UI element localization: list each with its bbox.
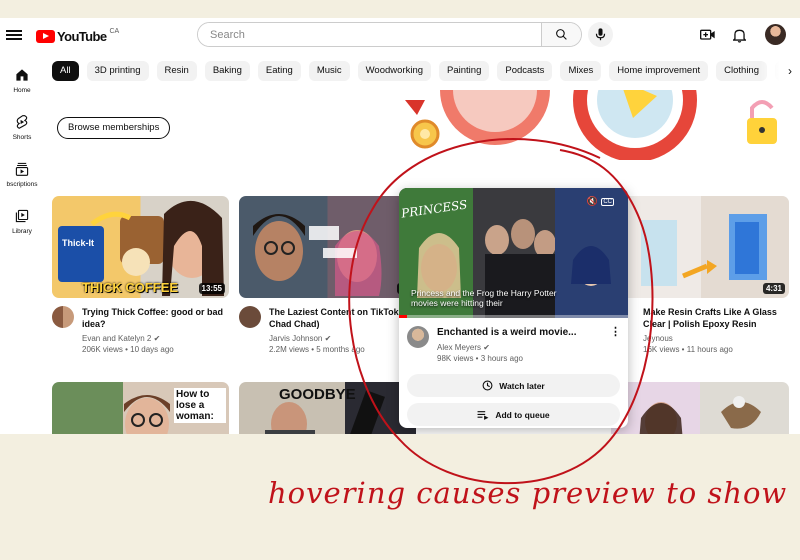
chip-all[interactable]: All: [52, 61, 79, 81]
hover-preview-card[interactable]: PRINCESS CC 🔇 Princess and the Frog the …: [399, 188, 628, 428]
closed-captions-icon[interactable]: CC: [601, 198, 614, 206]
thumbnail-text: THICK COFFEE: [82, 280, 179, 295]
chip-baking[interactable]: Baking: [204, 61, 250, 81]
video-stats: 98K views • 3 hours ago: [437, 354, 523, 363]
shorts-icon: [16, 115, 28, 129]
youtube-play-icon: [36, 29, 55, 43]
preview-progress-bar[interactable]: [399, 315, 628, 318]
queue-icon: [477, 410, 489, 420]
search-icon: [556, 29, 567, 40]
chip-painting[interactable]: Painting: [439, 61, 490, 81]
memberships-banner-art: [405, 90, 777, 160]
subscriptions-icon: [15, 162, 29, 176]
sidebar-item-subscriptions[interactable]: bscriptions: [0, 160, 44, 207]
video-stats: 206K views • 10 days ago: [82, 345, 174, 354]
video-thumbnail[interactable]: How to lose a woman:: [52, 382, 229, 434]
channel-name[interactable]: Jeynous: [643, 333, 789, 344]
verified-icon: ✔: [483, 343, 490, 352]
annotation-note: hovering causes preview to show: [268, 476, 788, 510]
video-thumbnail[interactable]: 28: [239, 196, 416, 298]
video-thumbnail[interactable]: GOODBYE: [239, 382, 416, 434]
chip-music[interactable]: Music: [308, 61, 350, 81]
channel-avatar[interactable]: [407, 326, 429, 348]
chip-mixes[interactable]: Mixes: [560, 61, 602, 81]
video-stats: 16K views • 11 hours ago: [643, 345, 733, 354]
search-input[interactable]: [198, 23, 541, 46]
video-title[interactable]: Enchanted is a weird movie...: [437, 326, 610, 339]
add-to-queue-label: Add to queue: [495, 409, 550, 420]
thumbnail-brand-text: Thick-It: [62, 238, 95, 248]
mini-guide: Home Shorts bscriptions Library: [0, 66, 44, 254]
sidebar-item-library[interactable]: Library: [0, 207, 44, 254]
microphone-icon: [595, 28, 606, 41]
home-icon: [16, 69, 28, 81]
tiktok-thumbnail-art: [253, 214, 382, 296]
video-duration: 4:31: [762, 283, 785, 294]
chip-3d-printing[interactable]: 3D printing: [86, 61, 149, 81]
video-thumbnail[interactable]: Thick-It THICK COFFEE 13:55: [52, 196, 229, 298]
video-card[interactable]: 4:31 Make Resin Crafts Like A Glass Clea…: [611, 196, 789, 355]
preview-caption: Princess and the Frog the Harry Potter m…: [411, 288, 557, 308]
chevron-right-icon: ›: [788, 64, 792, 78]
create-video-icon: [700, 29, 715, 40]
search-box: [197, 22, 582, 47]
youtube-window: YouTube CA All 3D printing Resin Baking …: [0, 18, 800, 434]
watch-later-button[interactable]: Watch later: [407, 374, 620, 397]
create-button[interactable]: [699, 26, 717, 44]
chip-resin[interactable]: Resin: [156, 61, 197, 81]
watch-later-label: Watch later: [499, 380, 545, 391]
library-icon: [15, 209, 29, 223]
channel-name[interactable]: Alex Meyers ✔: [437, 342, 610, 353]
sidebar-item-shorts[interactable]: Shorts: [0, 113, 44, 160]
search-button[interactable]: [541, 23, 581, 46]
top-bar: YouTube CA: [0, 18, 800, 56]
chip-eating[interactable]: Eating: [257, 61, 301, 81]
sidebar-item-label: Shorts: [12, 134, 32, 141]
sidebar-item-label: Library: [12, 228, 32, 235]
sidebar-item-home[interactable]: Home: [0, 66, 44, 113]
account-avatar[interactable]: [765, 24, 786, 45]
youtube-logo[interactable]: YouTube CA: [36, 28, 119, 44]
verified-icon: ✔: [153, 334, 161, 343]
bell-icon: [732, 29, 746, 43]
channel-avatar[interactable]: [52, 306, 74, 328]
notifications-button[interactable]: [730, 26, 748, 44]
thumbnail-text: How to lose a woman:: [174, 388, 226, 423]
preview-player[interactable]: PRINCESS CC 🔇 Princess and the Frog the …: [399, 188, 628, 318]
voice-search-button[interactable]: [588, 22, 613, 47]
region-code: CA: [109, 27, 120, 35]
clock-icon: [482, 380, 493, 391]
channel-name[interactable]: Jarvis Johnson ✔: [269, 333, 416, 344]
hamburger-menu-icon[interactable]: [6, 28, 22, 44]
mute-icon[interactable]: 🔇: [587, 196, 598, 207]
preview-progress-fill: [399, 315, 407, 318]
video-thumbnail[interactable]: [611, 382, 789, 434]
video-card[interactable]: 28 The Laziest Content on TikTok (w/ Cha…: [239, 196, 416, 355]
verified-icon: ✔: [324, 334, 332, 343]
thumbnail-art: [639, 396, 761, 434]
video-card[interactable]: Thick-It THICK COFFEE 13:55 Trying Thick…: [52, 196, 229, 355]
video-title[interactable]: Make Resin Crafts Like A Glass Clear | P…: [643, 306, 789, 330]
video-title[interactable]: Trying Thick Coffee: good or bad idea?: [82, 306, 229, 330]
browse-memberships-button[interactable]: Browse memberships: [57, 117, 171, 139]
video-title[interactable]: The Laziest Content on TikTok (w/ Chad C…: [269, 306, 416, 330]
sidebar-item-label: Home: [13, 87, 31, 94]
sidebar-item-label: bscriptions: [6, 181, 38, 188]
thumbnail-text: GOODBYE: [279, 386, 356, 403]
resin-thumbnail-art: [641, 196, 789, 298]
video-stats: 2.2M views • 5 months ago: [269, 345, 365, 354]
more-options-icon[interactable]: ⋮: [610, 326, 621, 364]
video-duration: 13:55: [198, 283, 225, 294]
channel-name[interactable]: Evan and Katelyn 2 ✔: [82, 333, 229, 344]
channel-avatar[interactable]: [239, 306, 261, 328]
chip-woodworking[interactable]: Woodworking: [357, 61, 432, 81]
chip-podcasts[interactable]: Podcasts: [497, 61, 553, 81]
chips-next-button[interactable]: ›: [760, 61, 800, 81]
category-chips: All 3D printing Resin Baking Eating Musi…: [52, 61, 800, 81]
add-to-queue-button[interactable]: Add to queue: [407, 403, 620, 426]
logo-wordmark: YouTube: [57, 28, 107, 44]
video-thumbnail[interactable]: 4:31: [611, 196, 789, 298]
chip-home-improvement[interactable]: Home improvement: [609, 61, 709, 81]
